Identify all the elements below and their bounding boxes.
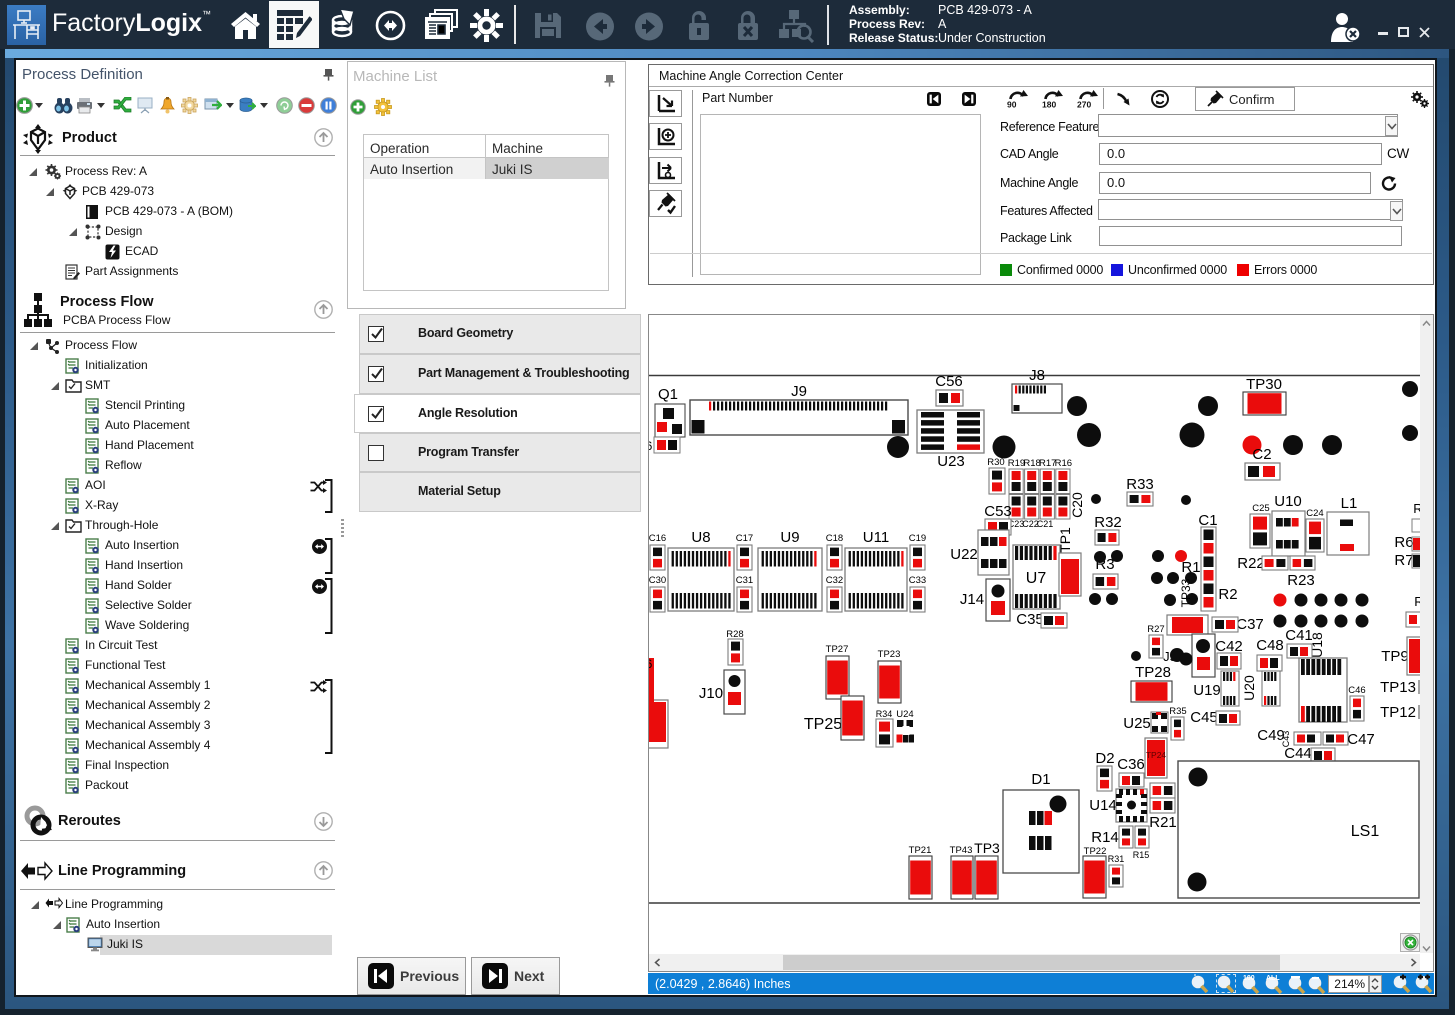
svg-text:100: 100 — [1243, 975, 1255, 982]
svg-text:C31: C31 — [736, 575, 753, 586]
svg-text:J10: J10 — [699, 685, 723, 702]
svg-text:L1: L1 — [1341, 495, 1358, 512]
svg-text:C18: C18 — [826, 533, 843, 544]
svg-text:TP9: TP9 — [1381, 648, 1409, 665]
svg-text:U20: U20 — [1241, 675, 1257, 701]
svg-text:LS1: LS1 — [1351, 823, 1380, 840]
svg-text:D1: D1 — [1031, 771, 1050, 788]
svg-text:C33: C33 — [909, 575, 926, 586]
svg-text:R33: R33 — [1126, 476, 1154, 493]
svg-text:C17: C17 — [736, 533, 753, 544]
svg-text:R7: R7 — [1394, 552, 1413, 569]
svg-text:C48: C48 — [1256, 637, 1284, 654]
svg-text:TP27: TP27 — [826, 644, 849, 655]
svg-text:U11: U11 — [863, 529, 889, 546]
svg-text:270: 270 — [1077, 100, 1091, 109]
svg-text:U19: U19 — [1193, 682, 1221, 699]
svg-text:U23: U23 — [937, 453, 965, 470]
svg-text:D2: D2 — [1095, 750, 1114, 767]
svg-text:U8: U8 — [691, 529, 710, 546]
svg-text:R: R — [1414, 594, 1420, 609]
svg-text:J9: J9 — [791, 383, 807, 400]
svg-text:90: 90 — [1007, 100, 1017, 109]
svg-text:R34: R34 — [876, 709, 893, 719]
svg-text:C44: C44 — [1284, 745, 1312, 762]
svg-text:TP13: TP13 — [1380, 679, 1416, 696]
svg-text:TP30: TP30 — [1246, 376, 1282, 393]
svg-text:R30: R30 — [987, 457, 1004, 468]
svg-text:C2: C2 — [1252, 446, 1271, 463]
svg-text:Q1: Q1 — [658, 386, 678, 403]
svg-text:C32: C32 — [826, 575, 843, 586]
svg-text:U7: U7 — [1026, 570, 1047, 587]
svg-text:R14: R14 — [1091, 829, 1119, 846]
svg-text:R28: R28 — [726, 629, 743, 640]
svg-text:TP1: TP1 — [1057, 527, 1073, 553]
svg-text:C53: C53 — [984, 503, 1012, 520]
svg-text:J8: J8 — [1029, 367, 1045, 384]
svg-text:R21: R21 — [1149, 814, 1177, 831]
svg-text:C46: C46 — [1348, 685, 1365, 696]
svg-text:R16: R16 — [1055, 458, 1072, 469]
svg-text:C45: C45 — [1190, 709, 1218, 726]
svg-text:C56: C56 — [935, 373, 963, 390]
svg-text:R: R — [1413, 501, 1420, 516]
svg-text:TP12: TP12 — [1380, 704, 1416, 721]
svg-text:C35: C35 — [1016, 611, 1044, 628]
svg-text:6: 6 — [649, 439, 653, 453]
svg-text:TP23: TP23 — [878, 649, 901, 660]
svg-text:C19: C19 — [909, 533, 926, 544]
svg-text:C36: C36 — [1117, 756, 1145, 773]
svg-text:U24: U24 — [896, 709, 913, 720]
svg-text:6: 6 — [649, 657, 653, 671]
svg-text:R23: R23 — [1287, 572, 1315, 589]
svg-text:R22: R22 — [1237, 555, 1265, 572]
svg-text:J14: J14 — [960, 591, 984, 608]
svg-text:R15: R15 — [1133, 850, 1150, 860]
svg-text:U14: U14 — [1089, 797, 1117, 814]
svg-text:TP22: TP22 — [1084, 846, 1107, 857]
svg-text:R6: R6 — [1394, 534, 1413, 551]
svg-text:TP21: TP21 — [909, 845, 932, 856]
svg-text:ALL: ALL — [1266, 975, 1280, 982]
svg-text:U10: U10 — [1274, 493, 1302, 510]
svg-text:C24: C24 — [1306, 508, 1323, 519]
svg-text:R35: R35 — [1169, 706, 1186, 717]
svg-text:C37: C37 — [1236, 616, 1264, 633]
svg-text:U18: U18 — [1309, 632, 1325, 658]
svg-text:TP25: TP25 — [804, 716, 842, 733]
svg-text:C20: C20 — [1069, 492, 1085, 518]
svg-text:R32: R32 — [1094, 514, 1122, 531]
svg-text:R31: R31 — [1108, 854, 1125, 864]
svg-text:C25: C25 — [1252, 503, 1269, 514]
svg-text:TP28: TP28 — [1135, 664, 1171, 681]
svg-text:180: 180 — [1042, 100, 1056, 109]
svg-text:TP33: TP33 — [1179, 578, 1193, 607]
svg-text:C47: C47 — [1347, 731, 1375, 748]
svg-text:U25: U25 — [1123, 715, 1151, 732]
svg-text:C21: C21 — [1037, 519, 1054, 529]
svg-text:R2: R2 — [1218, 586, 1237, 603]
svg-text:TP24: TP24 — [1146, 750, 1167, 760]
svg-text:TP3: TP3 — [974, 840, 1000, 856]
svg-text:R27: R27 — [1147, 624, 1164, 635]
svg-text:U9: U9 — [780, 529, 799, 546]
svg-text:TP43: TP43 — [950, 845, 973, 856]
svg-text:U22: U22 — [950, 546, 978, 563]
svg-text:C16: C16 — [649, 533, 666, 544]
svg-text:C30: C30 — [649, 575, 666, 586]
